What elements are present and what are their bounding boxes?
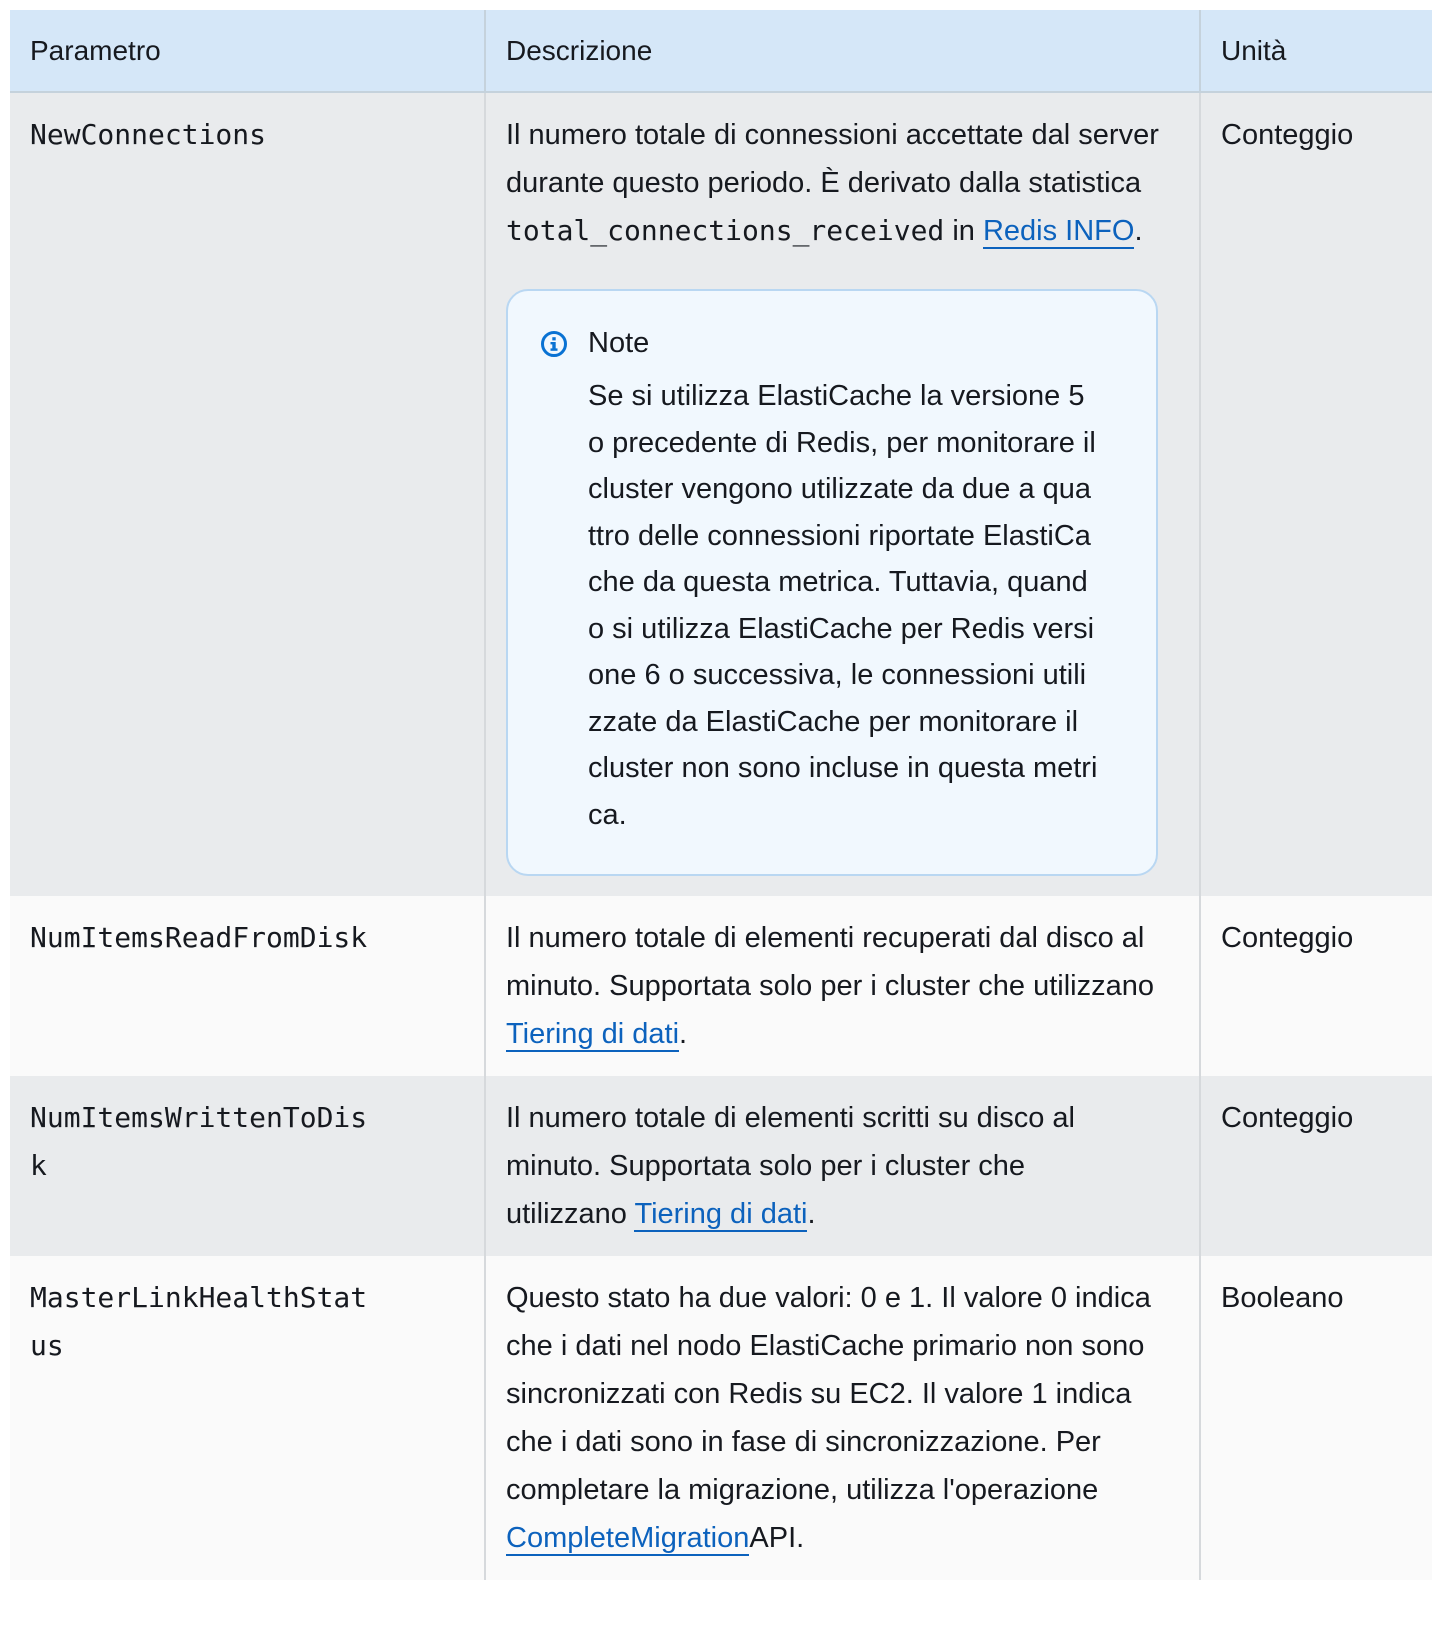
description-text-part: Il numero totale di elementi recuperati … <box>506 922 1155 1002</box>
description-cell: Questo stato ha due valori: 0 e 1. Il va… <box>485 1256 1201 1580</box>
unit-cell: Conteggio <box>1200 92 1432 896</box>
note-body: Se si utilizza ElastiCache la versione 5… <box>588 380 1098 831</box>
unit-cell: Conteggio <box>1200 896 1432 1076</box>
unit-cell: Conteggio <box>1200 1076 1432 1256</box>
metrics-table: Parametro Descrizione Unità NewConnectio… <box>10 10 1432 1580</box>
complete-migration-link[interactable]: CompleteMigration <box>506 1522 750 1556</box>
unit-cell: Booleano <box>1200 1256 1432 1580</box>
description-cell: Il numero totale di elementi recuperati … <box>485 896 1201 1076</box>
description-text-part: API. <box>749 1522 805 1554</box>
inline-code: total_connections_received <box>506 214 945 247</box>
parameter-cell: NumItemsWrittenToDisk <box>10 1076 486 1256</box>
info-icon <box>540 329 568 357</box>
table-header-row: Parametro Descrizione Unità <box>10 10 1432 93</box>
column-header-description: Descrizione <box>485 10 1201 93</box>
column-header-unit: Unità <box>1200 10 1432 93</box>
description-cell: Il numero totale di elementi scritti su … <box>485 1076 1201 1256</box>
tiering-link[interactable]: Tiering di dati <box>634 1198 808 1232</box>
table-row: MasterLinkHealthStatus Questo stato ha d… <box>10 1256 1432 1580</box>
description-text: Il numero totale di elementi recuperati … <box>506 914 1166 1058</box>
note-title: Note <box>588 327 650 359</box>
description-text-part: . <box>807 1198 816 1230</box>
metrics-table-container: Parametro Descrizione Unità NewConnectio… <box>10 10 1432 1580</box>
note-box: Note Se si utilizza ElastiCache la versi… <box>506 289 1158 876</box>
description-text: Il numero totale di connessioni accettat… <box>506 111 1166 255</box>
description-text-part: . <box>1134 215 1143 247</box>
description-text-part: . <box>679 1018 688 1050</box>
redis-info-link[interactable]: Redis INFO <box>982 215 1135 249</box>
table-row: NumItemsReadFromDisk Il numero totale di… <box>10 896 1432 1076</box>
parameter-cell: NumItemsReadFromDisk <box>10 896 486 1076</box>
table-row: NewConnections Il numero totale di conne… <box>10 92 1432 896</box>
parameter-cell: NewConnections <box>10 92 486 896</box>
parameter-name: NumItemsReadFromDisk <box>30 921 368 954</box>
description-text-part: Questo stato ha due valori: 0 e 1. Il va… <box>506 1282 1151 1506</box>
tiering-link[interactable]: Tiering di dati <box>506 1018 680 1052</box>
column-header-parameter: Parametro <box>10 10 486 93</box>
parameter-name: NewConnections <box>30 118 267 151</box>
parameter-name: NumItemsWrittenToDisk <box>30 1101 368 1182</box>
description-text: Questo stato ha due valori: 0 e 1. Il va… <box>506 1274 1156 1562</box>
parameter-cell: MasterLinkHealthStatus <box>10 1256 486 1580</box>
parameter-name: MasterLinkHealthStatus <box>30 1281 368 1362</box>
description-text-part: in <box>944 215 983 247</box>
description-text: Il numero totale di elementi scritti su … <box>506 1094 1106 1238</box>
note-header: Note <box>540 323 1126 363</box>
description-text-part: Il numero totale di connessioni accettat… <box>506 119 1159 199</box>
table-row: NumItemsWrittenToDisk Il numero totale d… <box>10 1076 1432 1256</box>
description-cell: Il numero totale di connessioni accettat… <box>485 92 1201 896</box>
